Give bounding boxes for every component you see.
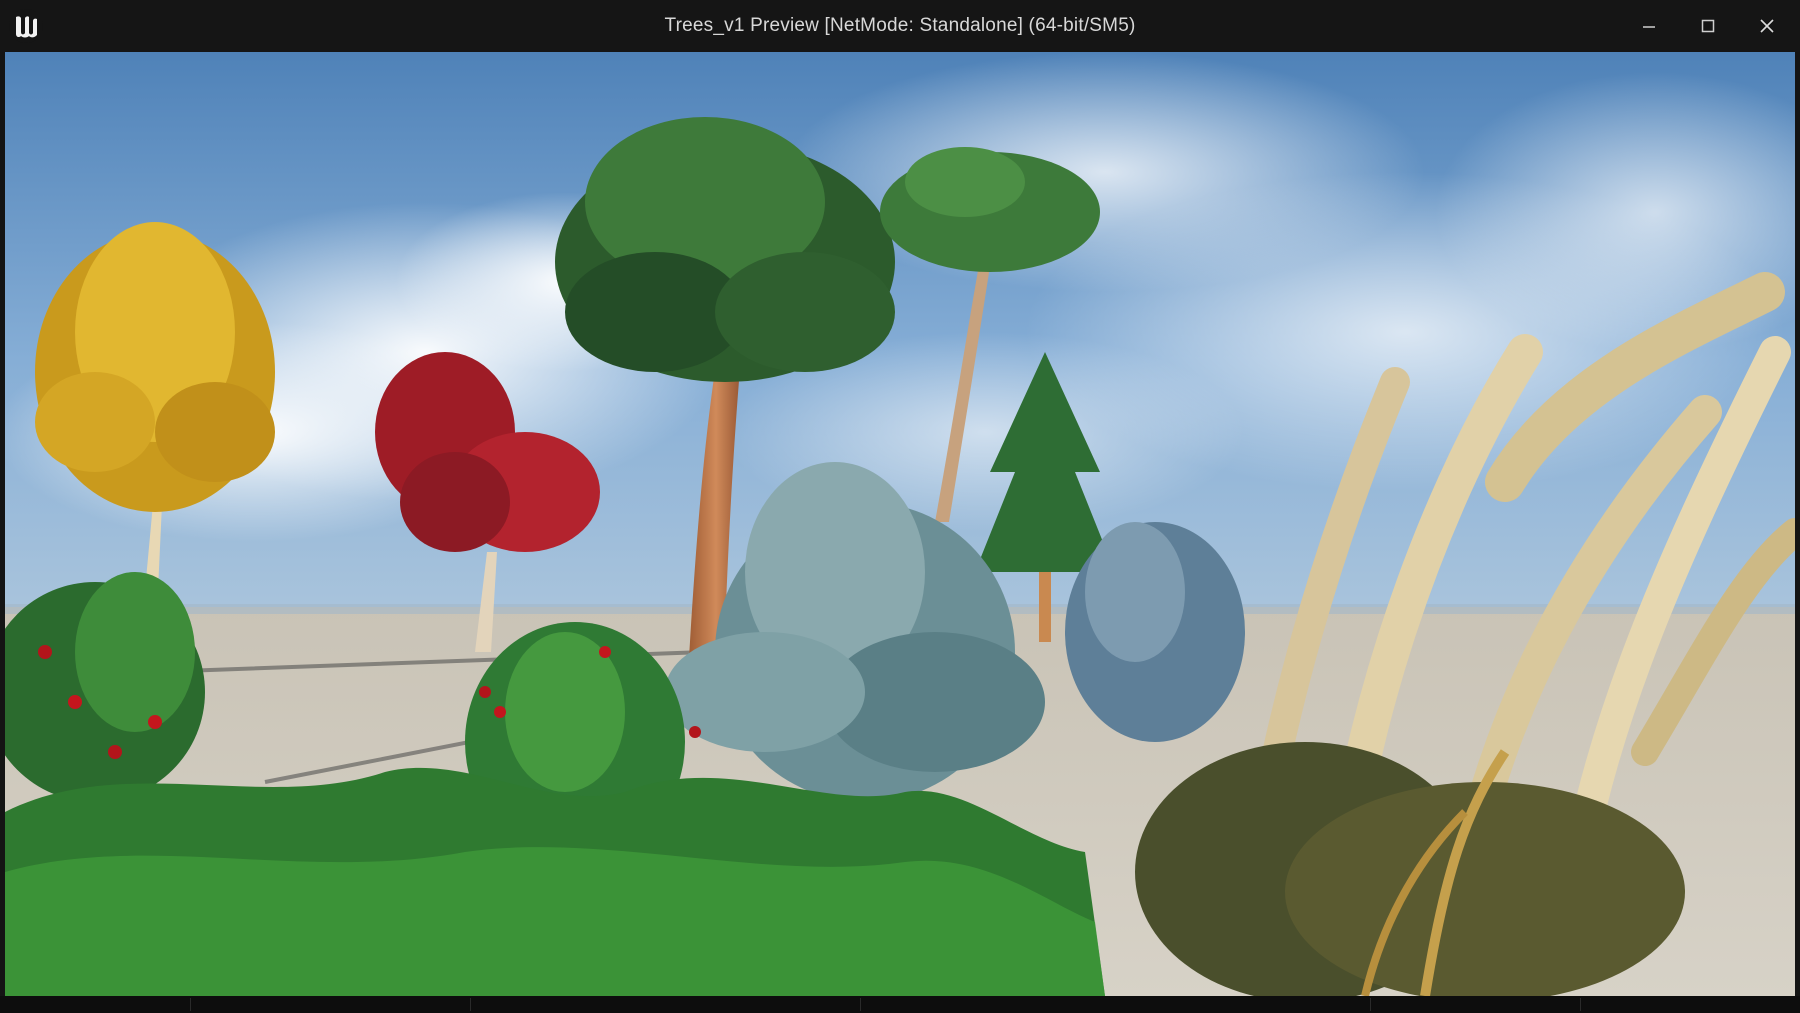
maximize-button[interactable] [1679,0,1737,52]
strip-divider [470,998,471,1011]
minimize-icon [1643,26,1655,28]
minimize-button[interactable] [1620,0,1678,52]
window-title: Trees_v1 Preview [NetMode: Standalone] (… [664,15,1136,36]
strip-divider [860,998,861,1011]
foreground-grass [5,767,1105,996]
strip-divider [1370,998,1371,1011]
close-button[interactable] [1738,0,1796,52]
scene [5,52,1795,996]
strip-divider [190,998,191,1011]
game-viewport[interactable] [5,52,1795,996]
blue-leaf-plant-right [1065,522,1245,742]
game-window: Trees_v1 Preview [NetMode: Standalone] (… [0,0,1800,1013]
status-strip [0,996,1800,1013]
title-bar[interactable]: Trees_v1 Preview [NetMode: Standalone] (… [0,0,1800,52]
maximize-icon [1701,19,1715,33]
close-icon [1760,19,1774,33]
strip-divider [1580,998,1581,1011]
